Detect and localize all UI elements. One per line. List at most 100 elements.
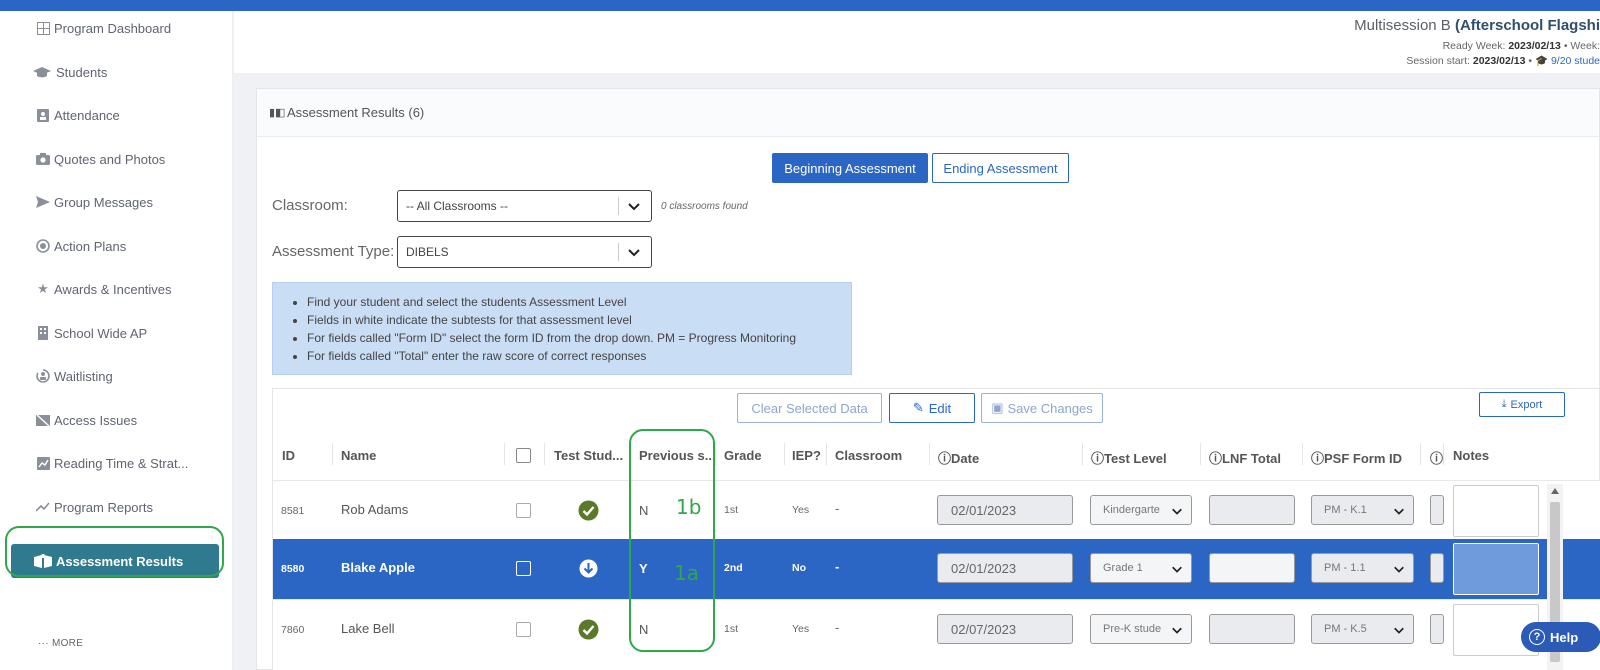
lnf-total-input[interactable] [1209, 614, 1295, 644]
session-line: Session start: 2023/02/13 • 🎓 9/20 stude [1406, 55, 1600, 67]
col-date[interactable]: ⓘDate [938, 448, 979, 467]
col-test-level[interactable]: ⓘTest Level [1091, 448, 1167, 467]
table-row-selected[interactable]: 8580 Blake Apple Y 2nd No - 02/01/2023 G… [273, 539, 1600, 599]
classrooms-found-text: 0 classrooms found [661, 201, 748, 212]
test-level-select[interactable]: Grade 1 [1090, 553, 1192, 583]
sidebar-item-access-issues[interactable]: Access Issues [36, 409, 137, 431]
sidebar-item-label: Program Dashboard [54, 20, 172, 36]
sidebar-item-attendance[interactable]: Attendance [36, 104, 120, 126]
assessment-type-value: DIBELS [406, 245, 449, 259]
help-button[interactable]: ? Help [1521, 622, 1600, 652]
sidebar-item-action-plans[interactable]: Action Plans [36, 235, 126, 257]
col-psf-label: PSF Form ID [1324, 451, 1403, 466]
test-level-value: Pre-K stude [1103, 623, 1162, 635]
notes-textarea[interactable] [1453, 543, 1539, 595]
row-checkbox[interactable] [516, 622, 531, 637]
cell-id: 8581 [281, 505, 305, 517]
extra-input[interactable] [1430, 614, 1444, 644]
date-input[interactable]: 02/01/2023 [937, 553, 1073, 583]
lnf-total-input[interactable] [1209, 495, 1295, 525]
row-checkbox[interactable] [516, 503, 531, 518]
table-row[interactable]: 8581 Rob Adams N 1st Yes - 02/01/2023 Ki… [273, 480, 1600, 540]
classroom-label: Classroom: [272, 197, 348, 214]
chevron-down-icon [1172, 508, 1182, 515]
panel-header: ▮◧ Assessment Results (6) [257, 89, 1599, 137]
extra-input[interactable] [1430, 553, 1444, 583]
camera-icon [36, 152, 50, 166]
save-label: Save Changes [1007, 400, 1093, 416]
program-type: (Afterschool Flagshi [1454, 17, 1600, 34]
col-classroom[interactable]: Classroom [835, 448, 902, 463]
classroom-value: -- All Classrooms -- [406, 199, 509, 213]
psf-form-select[interactable]: PM - 1.1 [1311, 553, 1414, 583]
week-label: Week: [1570, 40, 1600, 52]
sidebar-item-quotes-photos[interactable]: Quotes and Photos [36, 148, 165, 170]
sidebar-item-group-messages[interactable]: Group Messages [36, 191, 153, 213]
sidebar-item-awards[interactable]: ★ Awards & Incentives [36, 278, 171, 300]
scroll-up-icon [1551, 488, 1559, 494]
info-icon: ⓘ [1209, 451, 1223, 466]
select-all-checkbox[interactable] [516, 448, 531, 463]
row-checkbox[interactable] [516, 561, 531, 576]
sidebar-item-assessment-results[interactable]: Assessment Results [11, 544, 219, 578]
edit-icon: ✎ [912, 400, 924, 415]
session-start-label: Session start: [1406, 55, 1470, 67]
lnf-total-input[interactable] [1209, 553, 1295, 583]
notes-textarea[interactable] [1453, 485, 1539, 537]
chevron-down-icon [628, 203, 640, 211]
test-level-select[interactable]: Kindergarte [1090, 495, 1192, 525]
sidebar-item-program-dashboard[interactable]: Program Dashboard [36, 17, 171, 39]
award-icon: ★ [37, 281, 49, 296]
graduation-cap-icon: 🎓 [1534, 55, 1549, 67]
sidebar-item-label: Assessment Results [56, 553, 184, 569]
tab-beginning-assessment[interactable]: Beginning Assessment [772, 153, 928, 183]
instruction-item: For fields called "Total" enter the raw … [307, 347, 837, 365]
date-input[interactable]: 02/07/2023 [937, 614, 1073, 644]
cell-previous: Y [639, 561, 648, 576]
col-test-student[interactable]: Test Stud... [554, 448, 623, 463]
date-input[interactable]: 02/01/2023 [937, 495, 1073, 525]
psf-form-select[interactable]: PM - K.5 [1311, 614, 1414, 644]
col-grade[interactable]: Grade [724, 448, 762, 463]
extra-input[interactable] [1430, 495, 1444, 525]
table-row[interactable]: 7860 Lake Bell N 1st Yes - 02/07/2023 Pr… [273, 599, 1600, 670]
cell-classroom: - [835, 620, 840, 635]
sidebar-item-reading-time[interactable]: Reading Time & Strat... [36, 452, 188, 474]
sidebar-item-label: Quotes and Photos [54, 151, 166, 167]
clear-selected-button[interactable]: Clear Selected Data [737, 393, 882, 423]
cell-grade: 1st [724, 504, 739, 516]
cell-classroom: - [835, 501, 840, 516]
col-psf-form-id[interactable]: ⓘPSF Form ID [1311, 448, 1402, 467]
col-extra-info: ⓘ [1430, 448, 1443, 467]
info-icon: ⓘ [1311, 451, 1325, 466]
test-level-select[interactable]: Pre-K stude [1090, 614, 1192, 644]
sidebar-item-students[interactable]: Students [32, 61, 107, 83]
save-changes-button[interactable]: ▣ Save Changes [981, 393, 1103, 423]
col-name[interactable]: Name [341, 448, 376, 463]
book-open-reader-icon [34, 554, 52, 568]
info-icon: ⓘ [1430, 451, 1444, 466]
psf-form-select[interactable]: PM - K.1 [1311, 495, 1414, 525]
cell-previous: N [639, 503, 649, 518]
assessment-type-select[interactable]: DIBELS [397, 236, 652, 268]
classroom-select[interactable]: -- All Classrooms -- [397, 190, 652, 222]
export-button[interactable]: ⤓ Export [1479, 392, 1565, 417]
sidebar-item-school-wide-ap[interactable]: School Wide AP [36, 322, 147, 344]
check-circle-icon [578, 500, 599, 521]
col-notes[interactable]: Notes [1453, 448, 1489, 463]
col-iep[interactable]: IEP? [792, 448, 821, 463]
col-id[interactable]: ID [282, 448, 295, 463]
test-level-value: Kindergarte [1103, 504, 1160, 516]
assessment-panel: ▮◧ Assessment Results (6) Beginning Asse… [256, 88, 1600, 670]
info-icon: ⓘ [938, 451, 952, 466]
cell-name: Lake Bell [341, 621, 395, 636]
sidebar-item-label: Program Reports [54, 499, 153, 515]
tab-ending-assessment[interactable]: Ending Assessment [932, 153, 1069, 183]
col-previous[interactable]: Previous s... [639, 448, 716, 463]
edit-button[interactable]: ✎ Edit [889, 393, 975, 423]
col-lnf-total[interactable]: ⓘLNF Total [1209, 448, 1281, 467]
sidebar-item-program-reports[interactable]: Program Reports [36, 496, 153, 518]
more-menu[interactable]: ··· MORE [38, 638, 83, 649]
program-header: Multisession B (Afterschool Flagshi Read… [234, 11, 1600, 73]
sidebar-item-waitlisting[interactable]: Waitlisting [36, 365, 113, 387]
